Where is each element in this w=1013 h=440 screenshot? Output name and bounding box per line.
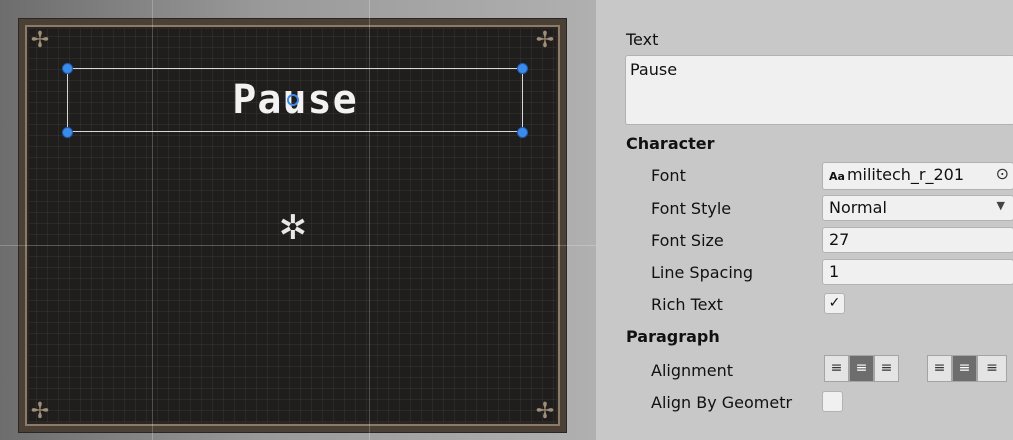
anchor-icon[interactable]: ✲ <box>275 210 311 246</box>
vertical-alignment-group: ≡ ≡ ≡ <box>927 355 1007 382</box>
alignment-label: Alignment <box>651 361 733 380</box>
align-bottom-button[interactable]: ≡ <box>977 355 1007 382</box>
ornament-bottom-right-icon: ✢ <box>535 398 555 423</box>
guide-line-vertical <box>152 0 153 440</box>
pivot-icon[interactable] <box>287 94 299 106</box>
text-input[interactable]: Pause <box>625 55 1013 125</box>
font-style-value: Normal <box>829 198 887 217</box>
align-by-geometry-checkbox[interactable] <box>822 391 843 412</box>
align-top-button[interactable]: ≡ <box>927 355 952 382</box>
object-picker-icon[interactable]: ⊙ <box>996 164 1009 183</box>
horizontal-alignment-group: ≡ ≡ ≡ <box>824 355 899 382</box>
resize-handle-bottom-right[interactable] <box>517 127 528 138</box>
text-label: Text <box>626 30 659 49</box>
font-style-label: Font Style <box>651 199 732 218</box>
font-value: militech_r_201 <box>846 165 965 184</box>
line-spacing-label: Line Spacing <box>651 263 754 282</box>
rich-text-label: Rich Text <box>651 295 723 314</box>
chevron-down-icon: ▼ <box>996 199 1005 212</box>
ornament-top-left-icon: ✢ <box>30 27 50 52</box>
check-icon: ✓ <box>828 295 841 311</box>
align-center-button[interactable]: ≡ <box>849 355 874 382</box>
font-size-field[interactable]: 27 <box>822 227 1013 253</box>
line-spacing-field[interactable]: 1 <box>822 259 1013 285</box>
resize-handle-bottom-left[interactable] <box>62 127 73 138</box>
inspector-panel: Text Pause Character Font Aa militech_r_2… <box>596 0 1013 440</box>
scene-view[interactable]: ✢ ✢ ✢ ✢ Pause ✲ <box>0 0 596 440</box>
resize-handle-top-right[interactable] <box>517 63 528 74</box>
font-label: Font <box>651 166 686 185</box>
align-by-geometry-label: Align By Geometr <box>651 393 793 412</box>
font-asset-icon: Aa <box>829 170 845 183</box>
rich-text-checkbox[interactable]: ✓ <box>824 293 845 314</box>
align-right-button[interactable]: ≡ <box>874 355 899 382</box>
ornament-top-right-icon: ✢ <box>535 27 555 52</box>
align-left-button[interactable]: ≡ <box>824 355 849 382</box>
font-size-label: Font Size <box>651 231 724 250</box>
guide-line-vertical <box>369 0 370 440</box>
ornament-bottom-left-icon: ✢ <box>30 398 50 423</box>
font-style-dropdown[interactable]: Normal ▼ <box>822 195 1013 221</box>
font-field[interactable]: Aa militech_r_201 ⊙ <box>822 162 1013 190</box>
paragraph-section-header: Paragraph <box>626 327 720 346</box>
character-section-header: Character <box>626 134 715 153</box>
align-middle-button[interactable]: ≡ <box>952 355 977 382</box>
resize-handle-top-left[interactable] <box>62 63 73 74</box>
